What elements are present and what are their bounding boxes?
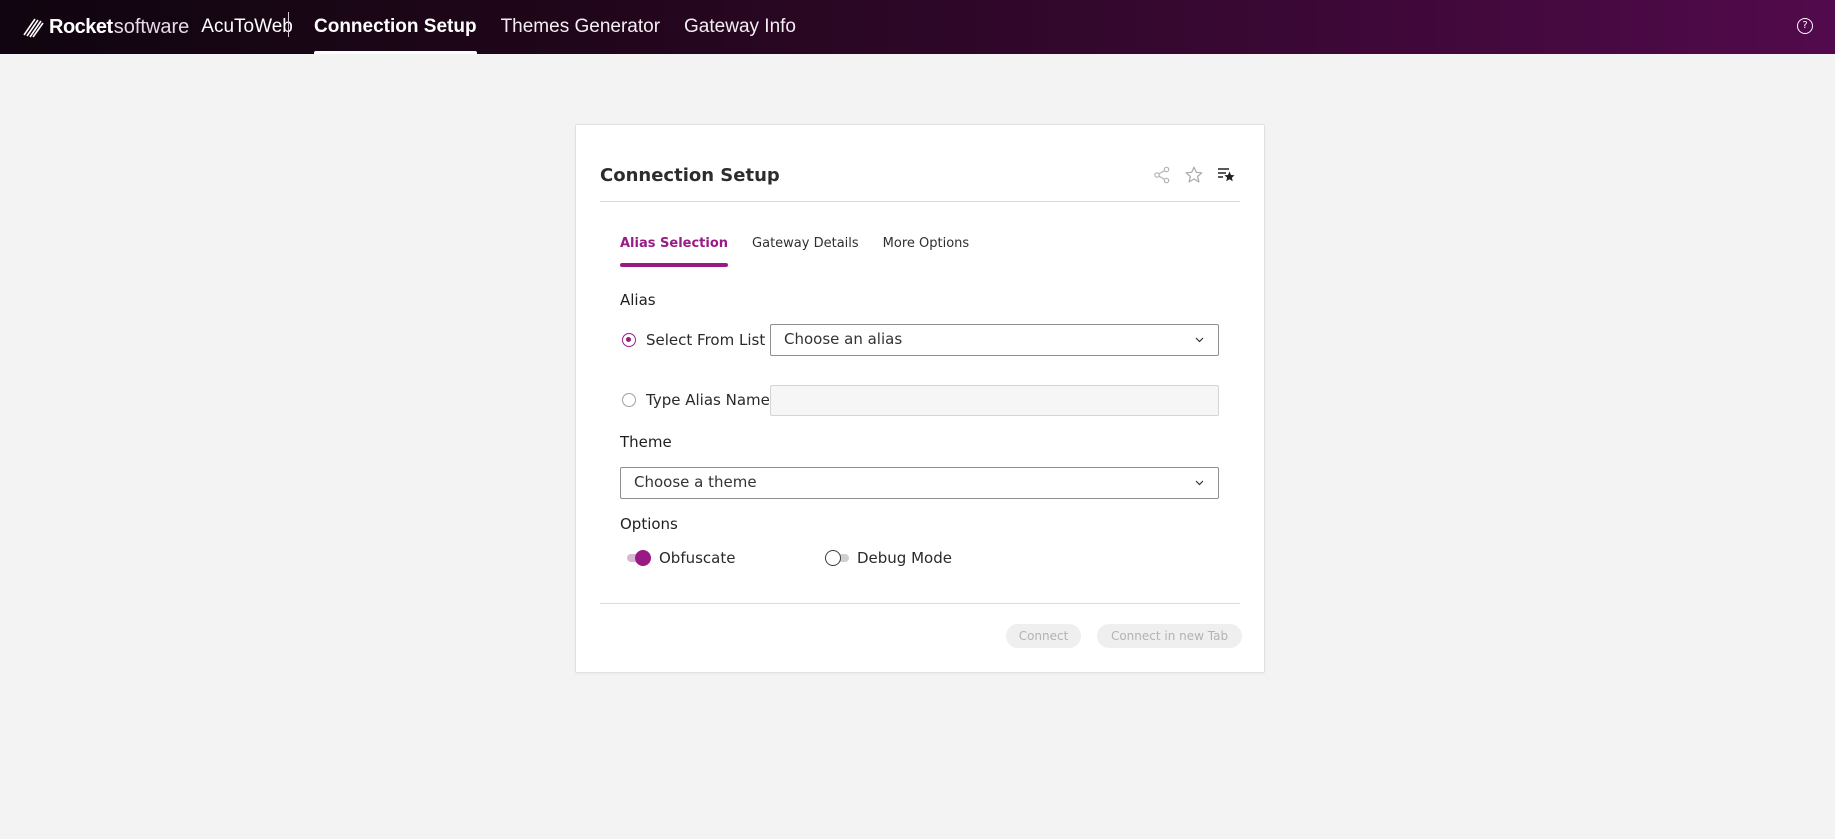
toggle-knob (825, 550, 841, 566)
brand-name: Rocket (49, 15, 113, 38)
type-alias-name-label: Type Alias Name (646, 391, 770, 409)
radio-select-from-list[interactable]: Select From List (622, 331, 765, 349)
brand-suffix: software (113, 15, 190, 38)
connect-button[interactable]: Connect (1006, 624, 1081, 648)
favorites-list-icon[interactable] (1216, 165, 1236, 185)
connect-new-tab-button[interactable]: Connect in new Tab (1097, 624, 1242, 648)
alias-dropdown[interactable]: Choose an alias (770, 324, 1219, 356)
radio-button-unchecked[interactable] (622, 393, 636, 407)
options-section-label: Options (620, 515, 678, 533)
card-header: Connection Setup (600, 125, 1240, 202)
main-nav: Connection Setup Themes Generator Gatewa… (314, 0, 820, 54)
chevron-down-icon (1195, 337, 1204, 343)
obfuscate-toggle-row[interactable]: Obfuscate (627, 549, 735, 567)
nav-tab-connection-setup[interactable]: Connection Setup (314, 0, 477, 54)
help-icon[interactable]: ? (1797, 18, 1813, 34)
connection-setup-card: Connection Setup Alias Selection Gateway… (575, 124, 1265, 673)
select-from-list-label: Select From List (646, 331, 766, 349)
product-name: AcuToWeb (201, 16, 293, 37)
theme-section-label: Theme (620, 433, 672, 451)
theme-dropdown-placeholder: Choose a theme (634, 473, 757, 491)
theme-dropdown[interactable]: Choose a theme (620, 467, 1219, 499)
obfuscate-toggle[interactable] (627, 550, 651, 566)
card-tabs: Alias Selection Gateway Details More Opt… (620, 236, 993, 267)
share-icon[interactable] (1152, 165, 1172, 185)
tab-more-options[interactable]: More Options (883, 236, 970, 267)
alias-name-input[interactable] (770, 385, 1219, 416)
radio-button-checked[interactable] (622, 333, 636, 347)
alias-dropdown-placeholder: Choose an alias (784, 330, 903, 348)
card-header-actions (1140, 165, 1236, 185)
debug-mode-toggle-row[interactable]: Debug Mode (825, 549, 952, 567)
chevron-down-icon (1195, 480, 1204, 486)
radio-type-alias-name[interactable]: Type Alias Name (622, 391, 770, 409)
tab-alias-selection[interactable]: Alias Selection (620, 236, 729, 267)
tab-gateway-details[interactable]: Gateway Details (752, 236, 859, 267)
footer-divider (600, 603, 1240, 604)
top-navigation-bar: Rocket software AcuToWeb Connection Setu… (0, 0, 1835, 54)
debug-mode-label: Debug Mode (857, 549, 952, 567)
brand-logo[interactable]: Rocket software AcuToWeb (22, 0, 293, 54)
rocket-logo-icon (23, 18, 44, 38)
alias-section-label: Alias (620, 291, 656, 309)
star-outline-icon[interactable] (1184, 165, 1204, 185)
toggle-knob (635, 550, 651, 566)
card-title: Connection Setup (600, 165, 780, 186)
debug-mode-toggle[interactable] (825, 550, 849, 566)
nav-tab-gateway-info[interactable]: Gateway Info (684, 0, 796, 54)
brand-divider (288, 12, 289, 37)
nav-tab-themes-generator[interactable]: Themes Generator (501, 0, 660, 54)
obfuscate-label: Obfuscate (659, 549, 736, 567)
